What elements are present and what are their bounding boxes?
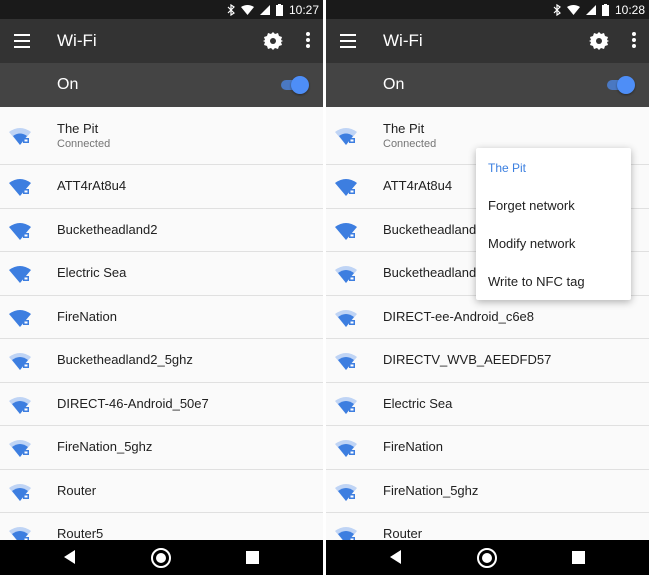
network-name: ATT4rAt8u4 (383, 178, 453, 193)
bluetooth-icon (227, 3, 235, 16)
network-name: Bucketheadland2 (57, 221, 158, 237)
wifi-lock-icon (335, 266, 357, 283)
screenshot-pair: 10:27 Wi-Fi On The Pit Connected ATT4rAt… (0, 0, 649, 575)
status-time: 10:28 (614, 2, 645, 17)
wifi-lock-icon (9, 222, 31, 240)
network-row[interactable]: Bucketheadland2 (0, 208, 323, 252)
network-name: Router5 (57, 526, 104, 541)
gear-icon[interactable] (589, 31, 609, 51)
network-row[interactable]: DIRECT-46-Android_50e7 (0, 382, 323, 426)
signal-icon (585, 4, 596, 15)
wifi-lock-icon (335, 179, 357, 196)
switch-label: On (57, 76, 79, 93)
status-bar: 10:27 (0, 0, 323, 19)
network-name: Router (57, 482, 97, 498)
signal-icon (259, 4, 270, 15)
gear-icon[interactable] (263, 31, 283, 51)
network-row[interactable]: FireNation (326, 426, 649, 470)
wifi-lock-icon (9, 128, 31, 145)
system-nav-bar (0, 540, 323, 575)
network-row[interactable]: Electric Sea (0, 252, 323, 296)
system-nav-bar (326, 540, 649, 575)
wifi-lock-icon (335, 309, 357, 327)
wifi-lock-icon (9, 440, 31, 457)
recents-icon[interactable] (246, 551, 259, 564)
network-name: DIRECT-46-Android_50e7 (57, 395, 209, 411)
wifi-lock-icon (9, 483, 31, 501)
wifi-status-icon (566, 4, 580, 15)
write-nfc-menu-item[interactable]: Write to NFC tag (488, 274, 585, 289)
network-row[interactable]: ATT4rAt8u4 (0, 165, 323, 209)
network-name: DIRECT-ee-Android_c6e8 (383, 308, 535, 324)
network-row[interactable]: Electric Sea (326, 382, 649, 426)
network-name: Bucketheadland2 (383, 265, 484, 280)
wifi-lock-icon (9, 309, 31, 327)
wifi-lock-icon (9, 179, 31, 196)
network-name: The Pit (383, 121, 425, 136)
status-time: 10:27 (288, 2, 319, 17)
network-name: Electric Sea (383, 395, 453, 411)
network-name: Electric Sea (57, 265, 127, 280)
network-name: FireNation_5ghz (57, 439, 153, 454)
switch-label: On (383, 76, 405, 93)
status-bar: 10:28 (326, 0, 649, 19)
wifi-lock-icon (9, 353, 31, 370)
wifi-lock-icon (9, 266, 31, 283)
back-icon[interactable] (390, 550, 401, 564)
more-vert-icon[interactable] (632, 32, 636, 48)
recents-icon[interactable] (572, 551, 585, 564)
more-vert-icon[interactable] (306, 32, 310, 48)
wifi-lock-icon (335, 440, 357, 457)
network-list: The Pit Connected ATT4rAt8u4 Bucketheadl… (0, 107, 323, 557)
network-row[interactable]: Bucketheadland2_5ghz (0, 339, 323, 383)
wifi-lock-icon (335, 353, 357, 370)
wifi-lock-icon (335, 128, 357, 145)
context-menu-title: The Pit (488, 161, 527, 175)
network-context-menu: The Pit Forget network Modify network Wr… (476, 148, 631, 300)
forget-network-menu-item[interactable]: Forget network (488, 198, 575, 213)
network-name: Router (383, 526, 423, 541)
network-status: Connected (383, 138, 437, 150)
wifi-status-icon (240, 4, 254, 15)
wifi-master-switch-bar: On (0, 63, 323, 107)
network-row[interactable]: FireNation (0, 295, 323, 339)
modify-network-menu-item[interactable]: Modify network (488, 236, 575, 251)
network-row[interactable]: The Pit Connected (0, 107, 323, 165)
network-row[interactable]: DIRECT-ee-Android_c6e8 (326, 295, 649, 339)
app-bar: Wi-Fi (0, 19, 323, 63)
wifi-master-switch-bar: On (326, 63, 649, 107)
menu-icon[interactable] (340, 34, 356, 48)
back-icon[interactable] (64, 550, 75, 564)
network-name: Bucketheadland2_5ghz (57, 352, 193, 367)
page-title: Wi-Fi (383, 31, 423, 50)
network-row[interactable]: FireNation_5ghz (326, 469, 649, 513)
menu-icon[interactable] (14, 34, 30, 48)
network-status: Connected (57, 138, 111, 150)
network-row[interactable]: Router (0, 469, 323, 513)
network-row[interactable]: DIRECTV_WVB_AEEDFD57 (326, 339, 649, 383)
battery-icon (275, 3, 283, 16)
network-name: FireNation (383, 439, 443, 454)
home-icon[interactable] (477, 548, 497, 568)
wifi-lock-icon (335, 222, 357, 240)
left-phone-screen: 10:27 Wi-Fi On The Pit Connected ATT4rAt… (0, 0, 323, 575)
network-name: Bucketheadland2 (383, 221, 484, 237)
battery-icon (601, 3, 609, 16)
network-name: FireNation_5ghz (383, 482, 479, 498)
app-bar: Wi-Fi (326, 19, 649, 63)
wifi-lock-icon (335, 483, 357, 501)
wifi-toggle[interactable] (605, 76, 635, 94)
network-row[interactable]: FireNation_5ghz (0, 426, 323, 470)
right-phone-screen: 10:28 Wi-Fi On The Pit Connected ATT4rAt… (326, 0, 649, 575)
bluetooth-icon (553, 3, 561, 16)
wifi-lock-icon (9, 396, 31, 414)
wifi-toggle[interactable] (279, 76, 309, 94)
network-name: The Pit (57, 121, 99, 136)
network-name: DIRECTV_WVB_AEEDFD57 (383, 352, 552, 367)
network-name: FireNation (57, 308, 117, 324)
wifi-lock-icon (335, 396, 357, 414)
network-name: ATT4rAt8u4 (57, 178, 127, 193)
home-icon[interactable] (151, 548, 171, 568)
page-title: Wi-Fi (57, 31, 97, 50)
